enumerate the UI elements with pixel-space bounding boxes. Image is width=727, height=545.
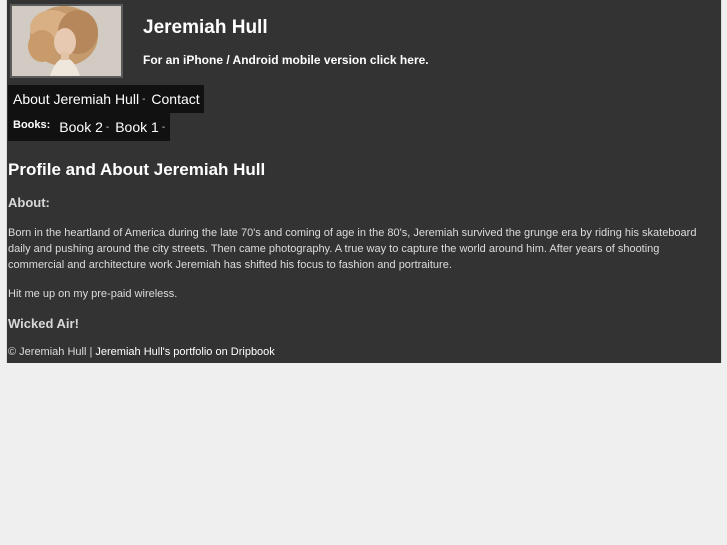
nav-separator: -	[105, 121, 110, 133]
about-text: Born in the heartland of America during …	[8, 227, 697, 271]
mobile-version-link[interactable]: For an iPhone / Android mobile version c…	[143, 53, 429, 67]
nav-item-about[interactable]: About Jeremiah Hull	[13, 91, 139, 107]
site-title: Jeremiah Hull	[143, 17, 268, 38]
header-photo	[10, 4, 123, 78]
nav-item-contact[interactable]: Contact	[151, 91, 199, 107]
wicked-air-heading: Wicked Air!	[8, 316, 79, 331]
main-nav: About Jeremiah Hull - Contact	[8, 85, 204, 113]
dripbook-portfolio-link[interactable]: Jeremiah Hull's portfolio on Dripbook	[95, 346, 274, 358]
nav-separator: -	[161, 121, 166, 133]
nav-item-book-2[interactable]: Book 2	[59, 119, 103, 135]
copyright-text: © Jeremiah Hull |	[8, 346, 96, 358]
contact-text: Hit me up on my pre-paid wireless.	[8, 288, 178, 300]
books-nav: Books: Book 2 - Book 1 -	[8, 113, 171, 141]
books-label: Books:	[13, 119, 51, 131]
footer: © Jeremiah Hull | Jeremiah Hull's portfo…	[8, 346, 275, 358]
nav-item-book-1[interactable]: Book 1	[115, 119, 159, 135]
nav-separator: -	[142, 93, 146, 105]
page-title: Profile and About Jeremiah Hull	[8, 160, 266, 179]
page-container: Jeremiah Hull For an iPhone / Android mo…	[6, 0, 722, 363]
portrait-image	[12, 6, 121, 76]
about-heading: About:	[8, 195, 50, 210]
